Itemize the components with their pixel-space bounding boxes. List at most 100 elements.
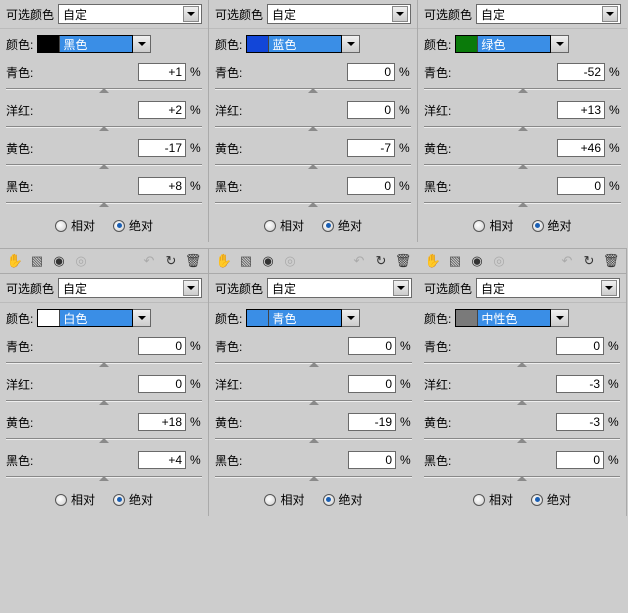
value-input[interactable]: 0: [138, 375, 186, 393]
slider-track[interactable]: [6, 433, 202, 445]
slider-thumb[interactable]: [308, 159, 318, 169]
slider-thumb[interactable]: [309, 471, 319, 481]
value-input[interactable]: +4: [138, 451, 186, 469]
chevron-down-icon[interactable]: [601, 280, 617, 296]
undo-icon[interactable]: ↶: [350, 253, 368, 269]
visibility-on-icon[interactable]: ◉: [259, 253, 277, 269]
relative-radio[interactable]: 相对: [264, 217, 304, 234]
relative-radio[interactable]: 相对: [473, 491, 513, 508]
slider-track[interactable]: [215, 197, 411, 209]
value-input[interactable]: 0: [348, 451, 396, 469]
value-input[interactable]: -3: [556, 413, 604, 431]
visibility-off-icon[interactable]: ◎: [72, 253, 90, 269]
chevron-down-icon[interactable]: [392, 6, 408, 22]
target-color-combo[interactable]: 黑色: [37, 35, 133, 53]
reset-icon[interactable]: ↻: [162, 253, 180, 269]
delete-icon[interactable]: 🗑: [184, 253, 202, 269]
value-input[interactable]: 0: [348, 337, 396, 355]
slider-thumb[interactable]: [309, 433, 319, 443]
chevron-down-icon[interactable]: [183, 6, 199, 22]
slider-track[interactable]: [215, 357, 412, 369]
preset-combo[interactable]: 自定: [476, 278, 620, 298]
preset-combo[interactable]: 自定: [267, 278, 412, 298]
hand-icon[interactable]: ✋: [215, 253, 233, 269]
slider-track[interactable]: [424, 471, 620, 483]
chevron-down-icon[interactable]: [602, 6, 618, 22]
visibility-off-icon[interactable]: ◎: [490, 253, 508, 269]
chevron-down-icon[interactable]: [551, 35, 569, 53]
slider-thumb[interactable]: [518, 197, 528, 207]
slider-thumb[interactable]: [308, 121, 318, 131]
slider-track[interactable]: [424, 395, 620, 407]
preset-combo[interactable]: 自定: [58, 4, 202, 24]
undo-icon[interactable]: ↶: [558, 253, 576, 269]
reset-icon[interactable]: ↻: [580, 253, 598, 269]
absolute-radio[interactable]: 绝对: [113, 491, 153, 508]
slider-thumb[interactable]: [99, 83, 109, 93]
slider-thumb[interactable]: [518, 83, 528, 93]
delete-icon[interactable]: 🗑: [394, 253, 412, 269]
slider-thumb[interactable]: [99, 121, 109, 131]
slider-thumb[interactable]: [99, 433, 109, 443]
value-input[interactable]: +1: [138, 63, 186, 81]
target-color-combo[interactable]: 白色: [37, 309, 133, 327]
slider-track[interactable]: [424, 159, 621, 171]
absolute-radio[interactable]: 绝对: [531, 491, 571, 508]
absolute-radio[interactable]: 绝对: [113, 217, 153, 234]
slider-track[interactable]: [6, 197, 202, 209]
visibility-on-icon[interactable]: ◉: [468, 253, 486, 269]
value-input[interactable]: -7: [347, 139, 395, 157]
mask-icon[interactable]: ▧: [446, 253, 464, 269]
chevron-down-icon[interactable]: [393, 280, 409, 296]
target-color-combo[interactable]: 青色: [246, 309, 342, 327]
slider-track[interactable]: [424, 357, 620, 369]
value-input[interactable]: 0: [347, 63, 395, 81]
value-input[interactable]: +13: [557, 101, 605, 119]
slider-thumb[interactable]: [99, 395, 109, 405]
slider-thumb[interactable]: [517, 395, 527, 405]
slider-thumb[interactable]: [517, 357, 527, 367]
slider-track[interactable]: [215, 471, 412, 483]
chevron-down-icon[interactable]: [133, 309, 151, 327]
preset-combo[interactable]: 自定: [476, 4, 621, 24]
value-input[interactable]: -19: [348, 413, 396, 431]
slider-thumb[interactable]: [309, 395, 319, 405]
mask-icon[interactable]: ▧: [28, 253, 46, 269]
slider-track[interactable]: [215, 395, 412, 407]
slider-thumb[interactable]: [99, 159, 109, 169]
value-input[interactable]: +2: [138, 101, 186, 119]
absolute-radio[interactable]: 绝对: [532, 217, 572, 234]
relative-radio[interactable]: 相对: [55, 491, 95, 508]
slider-thumb[interactable]: [518, 121, 528, 131]
target-color-combo[interactable]: 蓝色: [246, 35, 342, 53]
slider-thumb[interactable]: [99, 197, 109, 207]
slider-track[interactable]: [424, 121, 621, 133]
reset-icon[interactable]: ↻: [372, 253, 390, 269]
slider-track[interactable]: [424, 433, 620, 445]
target-color-combo[interactable]: 绿色: [455, 35, 551, 53]
slider-track[interactable]: [215, 83, 411, 95]
value-input[interactable]: -3: [556, 375, 604, 393]
chevron-down-icon[interactable]: [183, 280, 199, 296]
slider-track[interactable]: [6, 159, 202, 171]
value-input[interactable]: 0: [348, 375, 396, 393]
slider-track[interactable]: [215, 121, 411, 133]
chevron-down-icon[interactable]: [342, 35, 360, 53]
value-input[interactable]: 0: [138, 337, 186, 355]
slider-thumb[interactable]: [308, 197, 318, 207]
slider-thumb[interactable]: [309, 357, 319, 367]
chevron-down-icon[interactable]: [551, 309, 569, 327]
slider-thumb[interactable]: [517, 433, 527, 443]
relative-radio[interactable]: 相对: [55, 217, 95, 234]
slider-track[interactable]: [6, 471, 202, 483]
chevron-down-icon[interactable]: [342, 309, 360, 327]
slider-track[interactable]: [6, 83, 202, 95]
value-input[interactable]: +18: [138, 413, 186, 431]
target-color-combo[interactable]: 中性色: [455, 309, 551, 327]
visibility-on-icon[interactable]: ◉: [50, 253, 68, 269]
value-input[interactable]: 0: [556, 337, 604, 355]
slider-thumb[interactable]: [99, 357, 109, 367]
chevron-down-icon[interactable]: [133, 35, 151, 53]
value-input[interactable]: -17: [138, 139, 186, 157]
relative-radio[interactable]: 相对: [473, 217, 513, 234]
